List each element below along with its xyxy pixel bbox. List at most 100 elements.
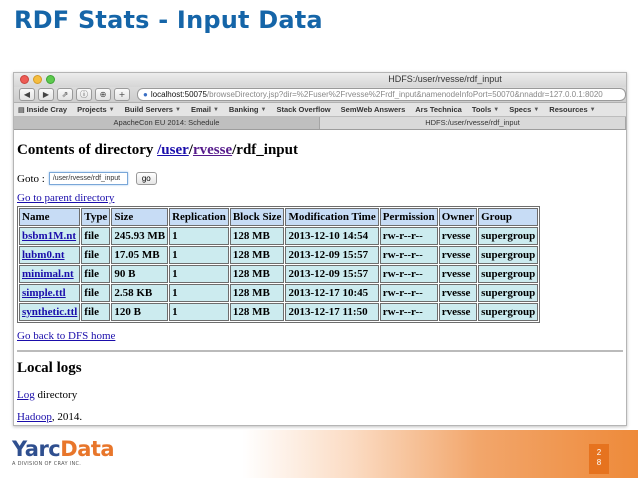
hadoop-link[interactable]: Hadoop — [17, 411, 52, 423]
column-header: Permission — [379, 208, 438, 226]
table-row: lubm0.nt file 17.05 MB 1 128 MB 2013-12-09 15… — [19, 246, 539, 264]
bookmark-label: Stack Overflow — [276, 105, 331, 114]
tab-apachecon[interactable]: ApacheCon EU 2014: Schedule — [14, 117, 320, 129]
chevron-down-icon: ▼ — [493, 106, 500, 113]
logo-data-text: Data — [60, 437, 115, 461]
bookmark-label: Build Servers — [124, 105, 173, 114]
bookmark-label: Email — [190, 105, 211, 114]
table-row: simple.ttl file 2.58 KB 1 128 MB 2013-12-17 1… — [19, 284, 539, 302]
table-cell: 1 — [169, 303, 229, 321]
chevron-down-icon: ▼ — [533, 106, 540, 113]
goto-label: Goto : — [17, 172, 45, 185]
back-button[interactable]: ◀ — [19, 88, 35, 101]
bookmark-item[interactable]: Banking ▼ — [229, 105, 267, 114]
page-content: Contents of directory /user/rvesse/rdf_i… — [14, 130, 626, 423]
table-cell: file — [81, 284, 111, 302]
table-cell: supergroup — [478, 246, 539, 264]
bookmarks-bar: ▤ Inside Cray Projects ▼ Build Servers ▼ Email… — [14, 103, 626, 117]
page-number: 2 8 — [589, 444, 609, 474]
bookmark-item[interactable]: Specs ▼ — [509, 105, 539, 114]
logo-subtitle: A DIVISION OF CRAY INC. — [12, 461, 82, 467]
forward-button[interactable]: ▶ — [38, 88, 54, 101]
slide-footer: YarcData A DIVISION OF CRAY INC. — [0, 430, 638, 478]
bookmark-item[interactable]: SemWeb Answers — [341, 105, 406, 114]
bookmark-item[interactable]: Stack Overflow — [276, 105, 330, 114]
table-cell: file — [81, 303, 111, 321]
book-icon: ▤ — [18, 106, 25, 114]
column-header: Type — [81, 208, 111, 226]
bookmark-item[interactable]: Ars Technica — [415, 105, 462, 114]
parent-directory-link[interactable]: Go to parent directory — [17, 192, 623, 204]
browser-toolbar: ◀ ▶ ⇗ ⓘ ⊕ + ● localhost:50075/browseDire… — [14, 87, 626, 103]
bookmark-item[interactable]: ▤ Inside Cray — [18, 105, 67, 114]
bookmark-label: Banking — [228, 105, 259, 114]
table-cell: file — [81, 227, 111, 245]
window-titlebar: HDFS:/user/rvesse/rdf_input — [14, 73, 626, 87]
bookmark-label: SemWeb Answers — [340, 105, 406, 114]
table-cell: file — [81, 246, 111, 264]
table-cell: file — [81, 265, 111, 283]
new-tab-button[interactable]: + — [114, 88, 130, 101]
table-cell: 2013-12-09 15:57 — [285, 265, 379, 283]
goto-form: Goto : /user/rvesse/rdf_input go — [17, 172, 623, 185]
table-cell: 2013-12-09 15:57 — [285, 246, 379, 264]
table-row: bsbm1M.nt file 245.93 MB 1 128 MB 2013-12-10 … — [19, 227, 539, 245]
downloads-icon[interactable]: ⊕ — [95, 88, 111, 101]
file-link[interactable]: synthetic.ttl — [22, 306, 77, 318]
table-cell: rw-r--r-- — [379, 265, 438, 283]
local-logs-heading: Local logs — [17, 360, 82, 376]
tab-hdfs[interactable]: HDFS:/user/rvesse/rdf_input — [320, 117, 626, 129]
bookmark-label: Ars Technica — [415, 105, 462, 114]
heading-prefix: Contents of directory — [17, 142, 158, 158]
file-link[interactable]: lubm0.nt — [22, 249, 65, 261]
bookmark-item[interactable]: Resources ▼ — [549, 105, 595, 114]
bookmark-item[interactable]: Email ▼ — [191, 105, 219, 114]
slide-title: RDF Stats - Input Data — [14, 6, 323, 34]
bookmark-item[interactable]: Projects ▼ — [77, 105, 115, 114]
path-rvesse-link[interactable]: rvesse — [193, 142, 232, 158]
file-link[interactable]: simple.ttl — [22, 287, 66, 299]
log-link[interactable]: Log — [17, 389, 35, 401]
table-cell: simple.ttl — [19, 284, 81, 302]
bookmark-item[interactable]: Build Servers ▼ — [125, 105, 181, 114]
chevron-down-icon: ▼ — [108, 106, 115, 113]
table-cell: 245.93 MB — [111, 227, 169, 245]
table-cell: supergroup — [478, 284, 539, 302]
column-header: Replication — [169, 208, 229, 226]
table-cell: supergroup — [478, 303, 539, 321]
table-cell: rw-r--r-- — [379, 284, 438, 302]
table-cell: 128 MB — [229, 265, 285, 283]
table-cell: lubm0.nt — [19, 246, 81, 264]
table-cell: rvesse — [438, 246, 478, 264]
hadoop-line: Hadoop, 2014. — [17, 411, 623, 423]
directory-heading: Contents of directory /user/rvesse/rdf_i… — [17, 142, 623, 159]
file-link[interactable]: minimal.nt — [22, 268, 74, 280]
yarcdata-logo: YarcData A DIVISION OF CRAY INC. — [12, 437, 115, 467]
dfs-home-link[interactable]: Go back to DFS home — [17, 330, 623, 342]
share-icon[interactable]: ⇗ — [57, 88, 73, 101]
table-cell: 17.05 MB — [111, 246, 169, 264]
log-line: Log directory — [17, 389, 623, 401]
bookmark-label: Projects — [77, 105, 107, 114]
table-cell: rvesse — [438, 227, 478, 245]
table-cell: rvesse — [438, 303, 478, 321]
table-row: minimal.nt file 90 B 1 128 MB 2013-12-09 15:5… — [19, 265, 539, 283]
file-link[interactable]: bsbm1M.nt — [22, 230, 76, 242]
table-cell: 2013-12-17 11:50 — [285, 303, 379, 321]
file-table: Name Type Size Replication Block Size Modific… — [17, 206, 541, 323]
table-cell: bsbm1M.nt — [19, 227, 81, 245]
page-number-line2: 8 — [596, 458, 602, 467]
goto-input[interactable]: /user/rvesse/rdf_input — [48, 172, 128, 185]
table-cell: 1 — [169, 265, 229, 283]
table-cell: rw-r--r-- — [379, 246, 438, 264]
reader-icon[interactable]: ⓘ — [76, 88, 92, 101]
bookmark-label: Resources — [549, 105, 588, 114]
address-bar[interactable]: ● localhost:50075/browseDirectory.jsp?di… — [137, 88, 626, 101]
bookmark-label: Specs — [509, 105, 532, 114]
table-cell: 1 — [169, 246, 229, 264]
chevron-down-icon: ▼ — [174, 106, 181, 113]
bookmark-item[interactable]: Tools ▼ — [472, 105, 499, 114]
go-button[interactable]: go — [135, 172, 157, 185]
path-user-link[interactable]: /user — [157, 142, 189, 158]
table-cell: 2.58 KB — [111, 284, 169, 302]
